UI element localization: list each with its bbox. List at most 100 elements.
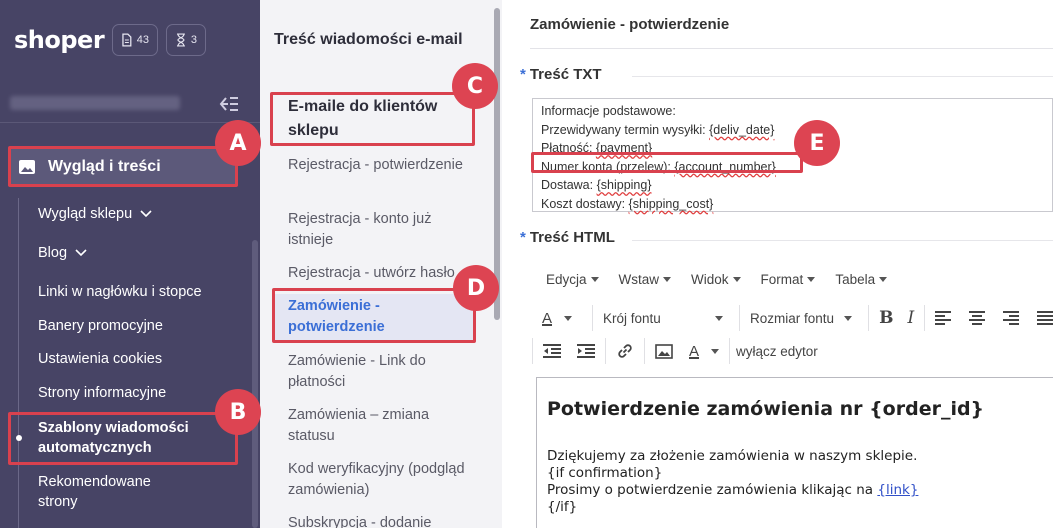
- sidebar-item-info-pages[interactable]: Strony informacyjne: [38, 383, 166, 403]
- html-content-editor[interactable]: Potwierdzenie zamówienia nr {order_id} D…: [536, 377, 1053, 528]
- editor-toolbar-2: A wyłącz edytor: [532, 338, 1053, 364]
- disable-editor-button[interactable]: wyłącz edytor: [736, 344, 818, 359]
- sidebar-item-recommended-pages[interactable]: Rekomendowane strony: [38, 472, 188, 512]
- template-editor-panel: Zamówienie - potwierdzenie * Treść TXT I…: [502, 0, 1053, 528]
- txt-line: Przewidywany termin wysyłki: {deliv_date…: [541, 122, 775, 137]
- highlight-customer-emails: [270, 92, 475, 146]
- list-item-order-payment-link[interactable]: Zamówienie - Link do płatności: [288, 351, 474, 393]
- sidebar-item-blog[interactable]: Blog: [38, 243, 87, 263]
- collapse-sidebar-icon[interactable]: [218, 95, 240, 118]
- sidebar-item-store-appearance[interactable]: Wygląd sklepu: [38, 204, 152, 224]
- bg-color-button[interactable]: A: [689, 342, 720, 360]
- list-item-subscription-add[interactable]: Subskrypcja - dodanie: [288, 513, 474, 528]
- image-icon: [655, 343, 673, 359]
- confirmation-link[interactable]: {link}: [877, 482, 918, 498]
- title-divider: [530, 48, 1053, 49]
- caret-icon: [590, 277, 599, 282]
- txt-line: Informacje podstawowe:: [541, 104, 676, 118]
- caret-icon: [663, 277, 672, 282]
- font-size-select[interactable]: Rozmiar fontu: [750, 311, 853, 326]
- align-justify-button[interactable]: [1037, 311, 1053, 325]
- callout-c: C: [452, 63, 498, 109]
- editor-line: Dziękujemy za złożenie zamówienia w nasz…: [547, 448, 918, 464]
- list-item-verification-code[interactable]: Kod weryfikacyjny (podgląd zamówienia): [288, 459, 474, 501]
- editor-menubar: Edycja Wstaw Widok Format Tabela: [546, 272, 1053, 287]
- pending-count: 3: [190, 34, 197, 46]
- highlight-automatic-templates: [8, 412, 238, 465]
- callout-b: B: [215, 389, 261, 435]
- pages-count: 43: [136, 34, 149, 46]
- required-marker: *: [520, 229, 526, 246]
- editor-toolbar-1: A Krój fontu Rozmiar fontu B I: [542, 305, 1053, 331]
- link-icon: [618, 344, 632, 358]
- menu-table[interactable]: Tabela: [835, 272, 888, 287]
- required-marker: *: [520, 66, 526, 83]
- list-title: Treść wiadomości e-mail: [274, 31, 463, 48]
- editor-heading: Potwierdzenie zamówienia nr {order_id}: [547, 398, 985, 420]
- store-name-blurred: [10, 96, 180, 110]
- txt-section-divider: [632, 76, 1053, 77]
- align-left-icon: [935, 311, 952, 325]
- caret-icon: [732, 277, 741, 282]
- html-section-divider: [632, 240, 1053, 241]
- caret-icon: [807, 277, 816, 282]
- sidebar-item-promo-banners[interactable]: Banery promocyjne: [38, 316, 163, 336]
- insert-image-button[interactable]: [655, 343, 673, 359]
- list-item-registration-exists[interactable]: Rejestracja - konto już istnieje: [288, 209, 474, 251]
- menu-format[interactable]: Format: [761, 272, 816, 287]
- align-center-icon: [969, 311, 986, 325]
- pages-badge[interactable]: 43: [112, 24, 158, 56]
- align-center-button[interactable]: [969, 311, 986, 325]
- caret-icon: [711, 348, 720, 354]
- chevron-down-icon: [140, 210, 152, 218]
- menu-view[interactable]: Widok: [691, 272, 741, 287]
- align-left-button[interactable]: [935, 311, 952, 325]
- highlight-order-confirm: [272, 288, 476, 343]
- menu-insert[interactable]: Wstaw: [619, 272, 672, 287]
- font-family-select[interactable]: Krój fontu: [603, 311, 724, 326]
- sidebar-item-header-footer-links[interactable]: Linki w nagłówku i stopce: [38, 282, 202, 302]
- italic-icon: I: [907, 308, 915, 328]
- outdent-button[interactable]: [543, 344, 561, 358]
- bold-button[interactable]: B: [879, 308, 893, 328]
- txt-line: Koszt dostawy: {shipping_cost}: [541, 196, 714, 211]
- bg-color-icon: A: [689, 342, 700, 360]
- shoper-logo[interactable]: shoper: [14, 26, 105, 54]
- caret-icon: [879, 277, 888, 282]
- pending-badge[interactable]: 3: [166, 24, 206, 56]
- menu-edit[interactable]: Edycja: [546, 272, 599, 287]
- sidebar-item-cookie-settings[interactable]: Ustawienia cookies: [38, 349, 162, 369]
- sidebar-divider: [0, 122, 260, 123]
- editor-line: {if confirmation}: [547, 465, 663, 481]
- caret-icon: [844, 315, 853, 321]
- text-color-icon: A: [542, 309, 553, 327]
- caret-icon: [715, 315, 724, 321]
- hourglass-icon: [176, 33, 185, 47]
- editor-line: {/if}: [547, 499, 578, 515]
- italic-button[interactable]: I: [907, 308, 914, 328]
- indent-button[interactable]: [577, 344, 595, 358]
- align-right-button[interactable]: [1003, 311, 1020, 325]
- list-item-order-status-change[interactable]: Zamówienia – zmiana statusu: [288, 405, 474, 447]
- submenu-line: [18, 198, 19, 528]
- bold-icon: B: [879, 308, 894, 328]
- align-right-icon: [1003, 311, 1020, 325]
- list-item-registration-create-password[interactable]: Rejestracja - utwórz hasło: [288, 263, 474, 284]
- list-scrollbar[interactable]: [494, 8, 500, 320]
- insert-link-button[interactable]: [616, 342, 634, 360]
- html-section-label: * Treść HTML: [520, 229, 615, 246]
- callout-e: E: [794, 120, 840, 166]
- highlight-appearance: [8, 146, 238, 187]
- txt-line: Dostawa: {shipping}: [541, 178, 652, 192]
- indent-icon: [577, 344, 595, 358]
- text-color-button[interactable]: A: [542, 309, 573, 327]
- sidebar-scrollbar[interactable]: [252, 240, 258, 528]
- list-item-registration-confirm[interactable]: Rejestracja - potwierdzenie: [288, 155, 474, 176]
- highlight-account-number: [531, 152, 803, 173]
- align-justify-icon: [1037, 311, 1053, 325]
- outdent-icon: [543, 344, 561, 358]
- callout-a: A: [215, 120, 261, 166]
- page-title: Zamówienie - potwierdzenie: [530, 16, 730, 33]
- caret-icon: [564, 315, 573, 321]
- callout-d: D: [453, 265, 499, 311]
